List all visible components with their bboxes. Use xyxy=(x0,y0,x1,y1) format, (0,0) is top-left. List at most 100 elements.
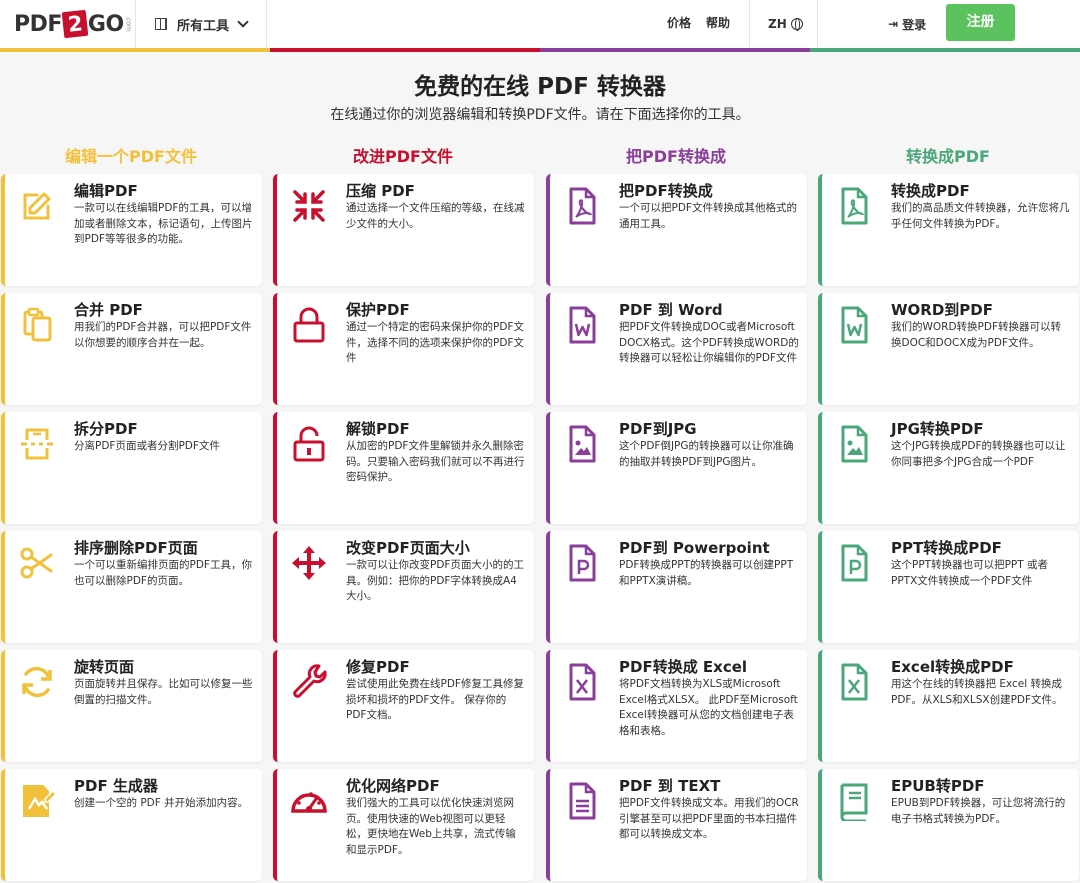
chevron-down-icon xyxy=(237,15,249,28)
pdf-creator-icon xyxy=(17,781,58,821)
tool-card-improve-5[interactable]: 优化网络PDF 我们强大的工具可以优化快速浏览网页。使用快速的Web视图可以更轻松… xyxy=(273,769,534,881)
tool-description: 这个PDF倒JPG的转换器可以让你准确的抽取并转换PDF到JPG图片。 xyxy=(619,440,794,468)
tool-card-edit-2[interactable]: 拆分PDF 分离PDF页面或者分割PDF文件 xyxy=(1,412,262,524)
divider xyxy=(817,0,818,48)
tool-card-improve-1[interactable]: 保护PDF 通过一个特定的密码来保护你的PDF文件，选择不同的选项来保护你的PDF… xyxy=(273,293,534,405)
divider xyxy=(135,0,136,48)
divider xyxy=(266,0,267,48)
tool-description: 我们的高品质文件转换器，允许您将几乎任何文件转换为PDF。 xyxy=(891,202,1070,230)
tool-card-from-pdf-5[interactable]: PDF 到 TEXT 把PDF文件转换成文本。用我们的OCR引擎甚至可以把PDF里… xyxy=(546,769,807,881)
tool-description: 把PDF文件转换成文本。用我们的OCR引擎甚至可以把PDF里面的书本扫描件都可以… xyxy=(619,797,799,840)
tool-card-from-pdf-0[interactable]: 把PDF转换成 一个可以把PDF文件转换成其他格式的通用工具。 xyxy=(546,174,807,286)
file-word-icon xyxy=(562,305,602,345)
tool-card-to-pdf-4[interactable]: Excel转换成PDF 用这个在线的转换器把 Excel 转换成 PDF。从XLS… xyxy=(818,650,1079,762)
tool-title: 编辑PDF xyxy=(74,182,138,200)
tool-description: 把PDF文件转换成DOC或者Microsoft DOCX格式。这个PDF转换成W… xyxy=(619,321,799,364)
tool-card-to-pdf-0[interactable]: 转换成PDF 我们的高品质文件转换器，允许您将几乎任何文件转换为PDF。 xyxy=(818,174,1079,286)
tool-card-improve-0[interactable]: 压缩 PDF 通过选择一个文件压缩的等级，在线减少文件的大小。 xyxy=(273,174,534,286)
tool-description: 我们强大的工具可以优化快速浏览网页。使用快速的Web视图可以更轻松，更快地在We… xyxy=(346,797,516,856)
tool-description: 一款可以在线编辑PDF的工具，可以增加或者删除文本，标记语句，上传图片到PDF等… xyxy=(74,202,253,245)
logo-text-2: 2 xyxy=(61,9,89,39)
tool-description: 用这个在线的转换器把 Excel 转换成 PDF。从XLS和XLSX创建PDF文… xyxy=(891,678,1063,706)
tool-title: PDF到JPG xyxy=(619,420,697,438)
tool-card-edit-1[interactable]: 合并 PDF 用我们的PDF合并器，可以把PDF文件以你想要的顺序合并在一起。 xyxy=(1,293,262,405)
language-selector[interactable]: ZH xyxy=(768,0,803,48)
page-title: 免费的在线 PDF 转换器 xyxy=(414,74,666,100)
tool-title: 合并 PDF xyxy=(74,301,143,319)
tool-card-to-pdf-1[interactable]: WORD到PDF 我们的WORD转换PDF转换器可以转换DOC和DOCX成为PDF… xyxy=(818,293,1079,405)
logo-text-com: .com xyxy=(124,16,133,32)
move-icon xyxy=(289,543,329,583)
tool-description: 分离PDF页面或者分割PDF文件 xyxy=(74,440,220,452)
wrench-icon xyxy=(289,662,329,702)
tool-title: 保护PDF xyxy=(346,301,410,319)
tool-description: 通过一个特定的密码来保护你的PDF文件，选择不同的选项来保护你的PDF文件 xyxy=(346,321,524,364)
column-heading-from-pdf: 把PDF转换成 xyxy=(626,147,726,166)
compress-icon xyxy=(289,186,329,226)
tool-card-edit-4[interactable]: 旋转页面 页面旋转并且保存。比如可以修复一些倒置的扫描文件。 xyxy=(1,650,262,762)
tool-title: 修复PDF xyxy=(346,658,410,676)
tool-title: PPT转换成PDF xyxy=(891,539,1002,557)
tool-title: PDF转换成 Excel xyxy=(619,658,748,676)
tool-title: 优化网络PDF xyxy=(346,777,440,795)
file-pdf-icon xyxy=(562,186,602,226)
tool-title: 改变PDF页面大小 xyxy=(346,539,470,557)
tool-card-to-pdf-3[interactable]: PPT转换成PDF 这个PPT转换器也可以把PPT 或者PPTX文件转换成一个PD… xyxy=(818,531,1079,643)
tool-description: 一个可以重新编排页面的PDF工具，你也可以删除PDF的页面。 xyxy=(74,559,252,587)
logo-text-go: GO xyxy=(87,11,124,37)
tool-title: 排序删除PDF页面 xyxy=(74,539,198,557)
tool-description: 创建一个空的 PDF 并开始添加内容。 xyxy=(74,797,249,809)
tool-card-edit-0[interactable]: 编辑PDF 一款可以在线编辑PDF的工具，可以增加或者删除文本，标记语句，上传图片… xyxy=(1,174,262,286)
column-heading-improve: 改进PDF文件 xyxy=(353,147,453,166)
rotate-icon xyxy=(17,662,57,702)
login-label: 登录 xyxy=(902,17,927,32)
tool-title: 旋转页面 xyxy=(74,658,135,676)
tool-title: 把PDF转换成 xyxy=(619,182,713,200)
login-link[interactable]: ⇥ 登录 xyxy=(888,0,926,48)
file-image-icon xyxy=(834,424,874,464)
column-heading-to-pdf: 转换成PDF xyxy=(906,147,990,166)
pricing-link[interactable]: 价格 xyxy=(667,0,691,48)
tool-card-edit-5[interactable]: PDF 生成器 创建一个空的 PDF 并开始添加内容。 xyxy=(1,769,262,881)
edit-icon xyxy=(17,186,57,226)
tool-title: PDF 到 TEXT xyxy=(619,777,721,795)
tool-description: 从加密的PDF文件里解锁并永久删除密码。只要输入密码我们就可以不再进行密码保护。 xyxy=(346,440,525,483)
tool-card-to-pdf-2[interactable]: JPG转换PDF 这个JPG转换成PDF的转换器也可以让你同事把多个JPG合成一个… xyxy=(818,412,1079,524)
split-icon xyxy=(17,424,57,464)
tool-title: JPG转换PDF xyxy=(891,420,984,438)
tool-card-from-pdf-3[interactable]: PDF到 Powerpoint PDF转换成PPT的转换器可以创建PPT和PPTX… xyxy=(546,531,807,643)
language-label: ZH xyxy=(768,17,787,31)
tool-card-to-pdf-5[interactable]: EPUB转PDF EPUB到PDF转换器，可让您将流行的电子书格式转换为PDF。 xyxy=(818,769,1079,881)
tool-card-from-pdf-4[interactable]: PDF转换成 Excel 将PDF文档转换为XLS或Microsoft Excel… xyxy=(546,650,807,762)
all-tools-dropdown[interactable]: 所有工具 xyxy=(155,0,249,48)
tool-card-improve-2[interactable]: 解锁PDF 从加密的PDF文件里解锁并永久删除密码。只要输入密码我们就可以不再进行… xyxy=(273,412,534,524)
unlock-icon xyxy=(289,424,329,464)
grid-icon xyxy=(155,18,167,30)
tool-description: 用我们的PDF合并器，可以把PDF文件以你想要的顺序合并在一起。 xyxy=(74,321,252,349)
tool-card-from-pdf-2[interactable]: PDF到JPG 这个PDF倒JPG的转换器可以让你准确的抽取并转换PDF到JPG图… xyxy=(546,412,807,524)
help-link[interactable]: 帮助 xyxy=(706,0,730,48)
tool-description: PDF转换成PPT的转换器可以创建PPT和PPTX演讲稿。 xyxy=(619,559,794,587)
tool-card-improve-4[interactable]: 修复PDF 尝试使用此免费在线PDF修复工具修复损坏和损坏的PDF文件。 保存你的… xyxy=(273,650,534,762)
file-excel-icon xyxy=(562,662,602,702)
tool-title: Excel转换成PDF xyxy=(891,658,1014,676)
globe-icon xyxy=(790,18,803,31)
file-text-icon xyxy=(562,781,602,821)
tool-title: WORD到PDF xyxy=(891,301,993,319)
speedometer-icon xyxy=(289,781,329,821)
tool-title: PDF到 Powerpoint xyxy=(619,539,770,557)
tool-title: 解锁PDF xyxy=(346,420,410,438)
tool-description: 这个JPG转换成PDF的转换器也可以让你同事把多个JPG合成一个PDF xyxy=(891,440,1066,468)
tool-description: 一款可以让你改变PDF页面大小的的工具。例如：把你的PDF字体转换成A4大小。 xyxy=(346,559,524,602)
file-word-icon xyxy=(834,305,874,345)
tool-card-edit-3[interactable]: 排序删除PDF页面一个可以重新编排页面的PDF工具，你也可以删除PDF的页面。 xyxy=(1,531,262,643)
divider xyxy=(749,0,750,48)
signup-button[interactable]: 注册 xyxy=(946,4,1015,41)
login-icon: ⇥ xyxy=(888,17,899,31)
tool-card-from-pdf-1[interactable]: PDF 到 Word 把PDF文件转换成DOC或者Microsoft DOCX格式… xyxy=(546,293,807,405)
file-excel-icon xyxy=(834,662,874,702)
pdf2go-logo[interactable]: PDF 2 GO .com xyxy=(14,9,133,39)
tool-title: 拆分PDF xyxy=(74,420,138,438)
tool-card-improve-3[interactable]: 改变PDF页面大小一款可以让你改变PDF页面大小的的工具。例如：把你的PDF字体… xyxy=(273,531,534,643)
merge-icon xyxy=(17,305,57,345)
